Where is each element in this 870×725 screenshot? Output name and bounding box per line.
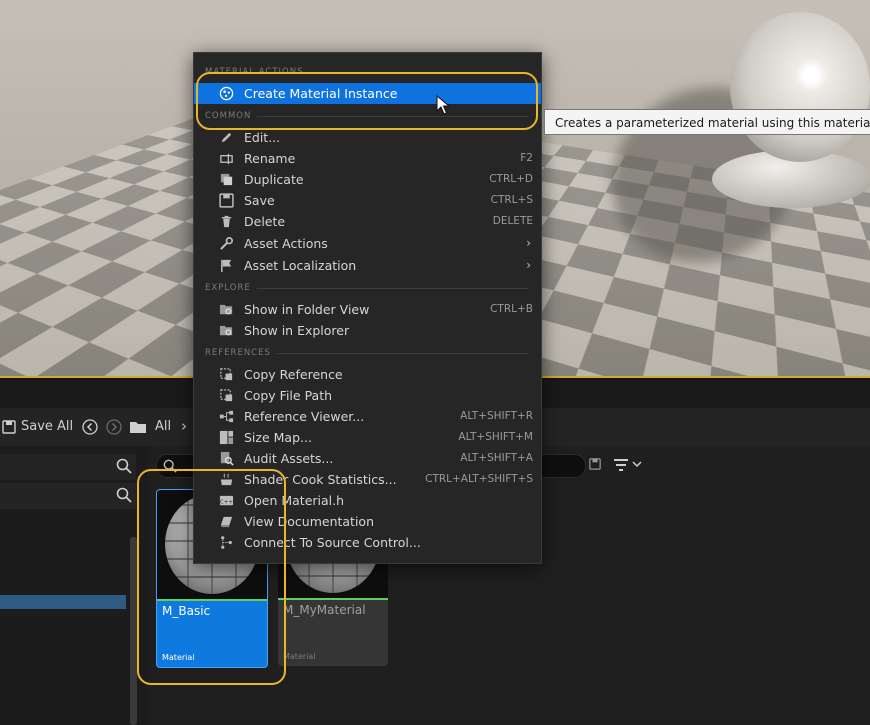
save-icon [2, 419, 16, 434]
forward-icon[interactable] [106, 419, 122, 435]
menu-item-copy-file-path[interactable]: Copy File Path [194, 385, 541, 406]
menu-item-rename[interactable]: Rename F2 [194, 148, 541, 169]
section-common: COMMON [205, 110, 528, 122]
search-icon [116, 487, 132, 503]
menu-item-tooltip: Creates a parameterized material using t… [544, 109, 870, 135]
menu-item-show-in-explorer[interactable]: Show in Explorer [194, 320, 541, 341]
audit-icon [220, 451, 234, 466]
rename-icon [220, 153, 233, 165]
source-control-icon [221, 536, 232, 549]
asset-name: M_Basic [162, 604, 211, 618]
reference-viewer-icon [219, 410, 234, 423]
menu-item-save[interactable]: Save CTRL+S [194, 190, 541, 211]
folder-icon[interactable] [129, 420, 147, 434]
wrench-icon [220, 237, 233, 250]
menu-item-connect-source-control[interactable]: Connect To Source Control... [194, 532, 541, 553]
menu-item-create-material-instance[interactable]: Create Material Instance [194, 83, 541, 104]
submenu-arrow-icon: › [526, 258, 531, 272]
save-all-button[interactable]: Save All [2, 419, 73, 434]
menu-item-delete[interactable]: Delete DELETE [194, 211, 541, 232]
cpp-file-icon: C++ [220, 495, 234, 505]
menu-item-asset-localization[interactable]: Asset Localization › [194, 255, 541, 276]
menu-item-show-in-folder-view[interactable]: Show in Folder View CTRL+B [194, 299, 541, 320]
preview-sphere [730, 12, 870, 162]
asset-name: M_MyMaterial [283, 603, 366, 617]
menu-item-reference-viewer[interactable]: Reference Viewer... ALT+SHIFT+R [194, 406, 541, 427]
flag-icon [221, 259, 232, 273]
asset-type: Material [162, 653, 195, 662]
section-explore: EXPLORE [205, 282, 528, 294]
filter-icon[interactable] [613, 458, 643, 472]
path-chevron: › [181, 417, 187, 435]
mouse-cursor-icon [436, 95, 450, 115]
material-instance-icon [219, 86, 234, 101]
duplicate-icon [220, 173, 233, 186]
copy-path-icon [220, 389, 233, 402]
save-search-icon[interactable] [589, 458, 601, 470]
asset-context-menu: MATERIAL ACTIONS Create Material Instanc… [193, 52, 542, 564]
menu-item-audit-assets[interactable]: Audit Assets... ALT+SHIFT+A [194, 448, 541, 469]
selected-folder-row[interactable] [0, 595, 126, 609]
svg-text:C++: C++ [220, 499, 234, 505]
folder-search-icon [219, 325, 233, 336]
sources-scrollbar[interactable] [130, 537, 137, 725]
trash-icon [221, 215, 232, 228]
save-all-label: Save All [21, 419, 74, 434]
size-map-icon [219, 430, 234, 445]
save-icon [219, 193, 234, 208]
asset-type: Material [283, 652, 316, 661]
path-root[interactable]: All [155, 419, 171, 434]
menu-item-size-map[interactable]: Size Map... ALT+SHIFT+M [194, 427, 541, 448]
search-icon [163, 459, 177, 473]
section-material-actions: MATERIAL ACTIONS [205, 66, 528, 78]
menu-item-shader-cook-statistics[interactable]: Shader Cook Statistics... CTRL+ALT+SHIFT… [194, 469, 541, 490]
menu-item-duplicate[interactable]: Duplicate CTRL+D [194, 169, 541, 190]
menu-item-edit[interactable]: Edit... [194, 127, 541, 148]
pencil-icon [221, 132, 232, 143]
back-icon[interactable] [82, 419, 98, 435]
submenu-arrow-icon: › [526, 236, 531, 250]
book-icon [220, 516, 233, 528]
cooking-pot-icon [220, 473, 233, 486]
menu-item-copy-reference[interactable]: Copy Reference [194, 364, 541, 385]
folder-search-icon [219, 304, 233, 315]
copy-reference-icon [220, 368, 233, 381]
sources-panel [0, 446, 148, 725]
sources-search[interactable] [0, 454, 136, 480]
collections-search[interactable] [0, 483, 136, 509]
menu-item-view-documentation[interactable]: View Documentation [194, 511, 541, 532]
menu-item-asset-actions[interactable]: Asset Actions › [194, 233, 541, 254]
search-icon [116, 458, 132, 474]
section-references: REFERENCES [205, 347, 528, 359]
menu-item-open-material-h[interactable]: C++ Open Material.h [194, 490, 541, 511]
